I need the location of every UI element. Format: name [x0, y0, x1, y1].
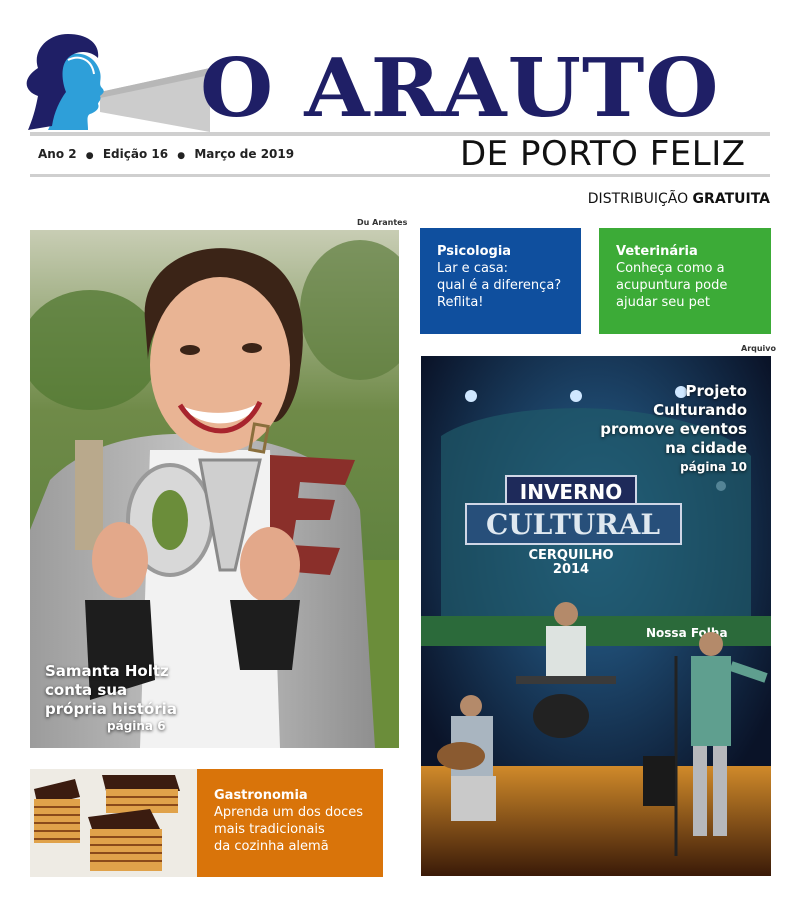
- cover-page-ref: página 6: [107, 719, 166, 733]
- newspaper-subtitle: DE PORTO FELIZ: [460, 134, 746, 174]
- gastronomia-body-line: da cozinha alemã: [214, 839, 329, 854]
- bullet-separator: ●: [177, 151, 186, 161]
- psicologia-body-line: Reflita!: [437, 295, 484, 310]
- event-headline-line: Culturando: [653, 401, 747, 419]
- edition-year: Ano 2: [38, 147, 77, 161]
- masthead-rule-bottom: [30, 174, 770, 177]
- cover-headline-line: conta sua: [45, 681, 128, 699]
- veterinaria-body-line: ajudar seu pet: [616, 295, 711, 310]
- photo-credit-event: Arquivo: [741, 344, 777, 353]
- edition-line: Ano 2 ● Edição 16 ● Março de 2019: [38, 147, 294, 161]
- event-headline: Projeto Culturando promove eventos na ci…: [600, 382, 747, 477]
- psicologia-title: Psicologia: [437, 244, 512, 259]
- distribution-prefix: DISTRIBUIÇÃO: [587, 191, 689, 207]
- banner-word: CULTURAL: [486, 508, 660, 541]
- newspaper-title: O ARAUTO: [200, 40, 720, 136]
- distribution-note: DISTRIBUIÇÃO GRATUITA: [588, 191, 770, 207]
- veterinaria-title: Veterinária: [616, 244, 698, 259]
- event-photo[interactable]: INVERNO CULTURAL CERQUILHO 2014 Nossa Fo…: [421, 356, 771, 876]
- banner-word: CERQUILHO: [528, 548, 613, 563]
- distribution-bold: GRATUITA: [692, 191, 770, 207]
- gastronomia-box[interactable]: Gastronomia Aprenda um dos doces mais tr…: [197, 769, 383, 877]
- edition-date: Março de 2019: [194, 147, 295, 161]
- cover-headline-line: própria história: [45, 700, 177, 718]
- photo-credit-cover: Du Arantes: [357, 218, 408, 227]
- psicologia-body-line: Lar e casa:: [437, 261, 509, 276]
- event-headline-line: promove eventos: [600, 420, 747, 438]
- event-page-ref: página 10: [680, 460, 747, 474]
- psicologia-box[interactable]: Psicologia Lar e casa: qual é a diferenç…: [420, 228, 581, 334]
- cake-photo-image: [30, 769, 197, 877]
- gastronomia-body-line: mais tradicionais: [214, 822, 325, 837]
- cover-photo[interactable]: Samanta Holtz conta sua própria história…: [30, 230, 399, 748]
- veterinaria-body-line: Conheça como a: [616, 261, 725, 276]
- veterinaria-body-line: acupuntura pode: [616, 278, 728, 293]
- banner-word: INVERNO: [520, 480, 622, 504]
- banner-word: 2014: [553, 562, 589, 577]
- bullet-separator: ●: [85, 151, 94, 161]
- cover-headline: Samanta Holtz conta sua própria história: [45, 662, 177, 719]
- event-headline-line: na cidade: [665, 439, 747, 457]
- veterinaria-box[interactable]: Veterinária Conheça como a acupuntura po…: [599, 228, 771, 334]
- cover-headline-line: Samanta Holtz: [45, 662, 169, 680]
- psicologia-body-line: qual é a diferença?: [437, 278, 562, 293]
- edition-number: Edição 16: [102, 147, 169, 161]
- gastronomia-title: Gastronomia: [214, 788, 308, 803]
- gastronomia-body-line: Aprenda um dos doces: [214, 805, 364, 820]
- event-headline-line: Projeto: [685, 382, 748, 400]
- cake-photo[interactable]: [30, 769, 197, 877]
- logo-herald-icon: [26, 34, 210, 132]
